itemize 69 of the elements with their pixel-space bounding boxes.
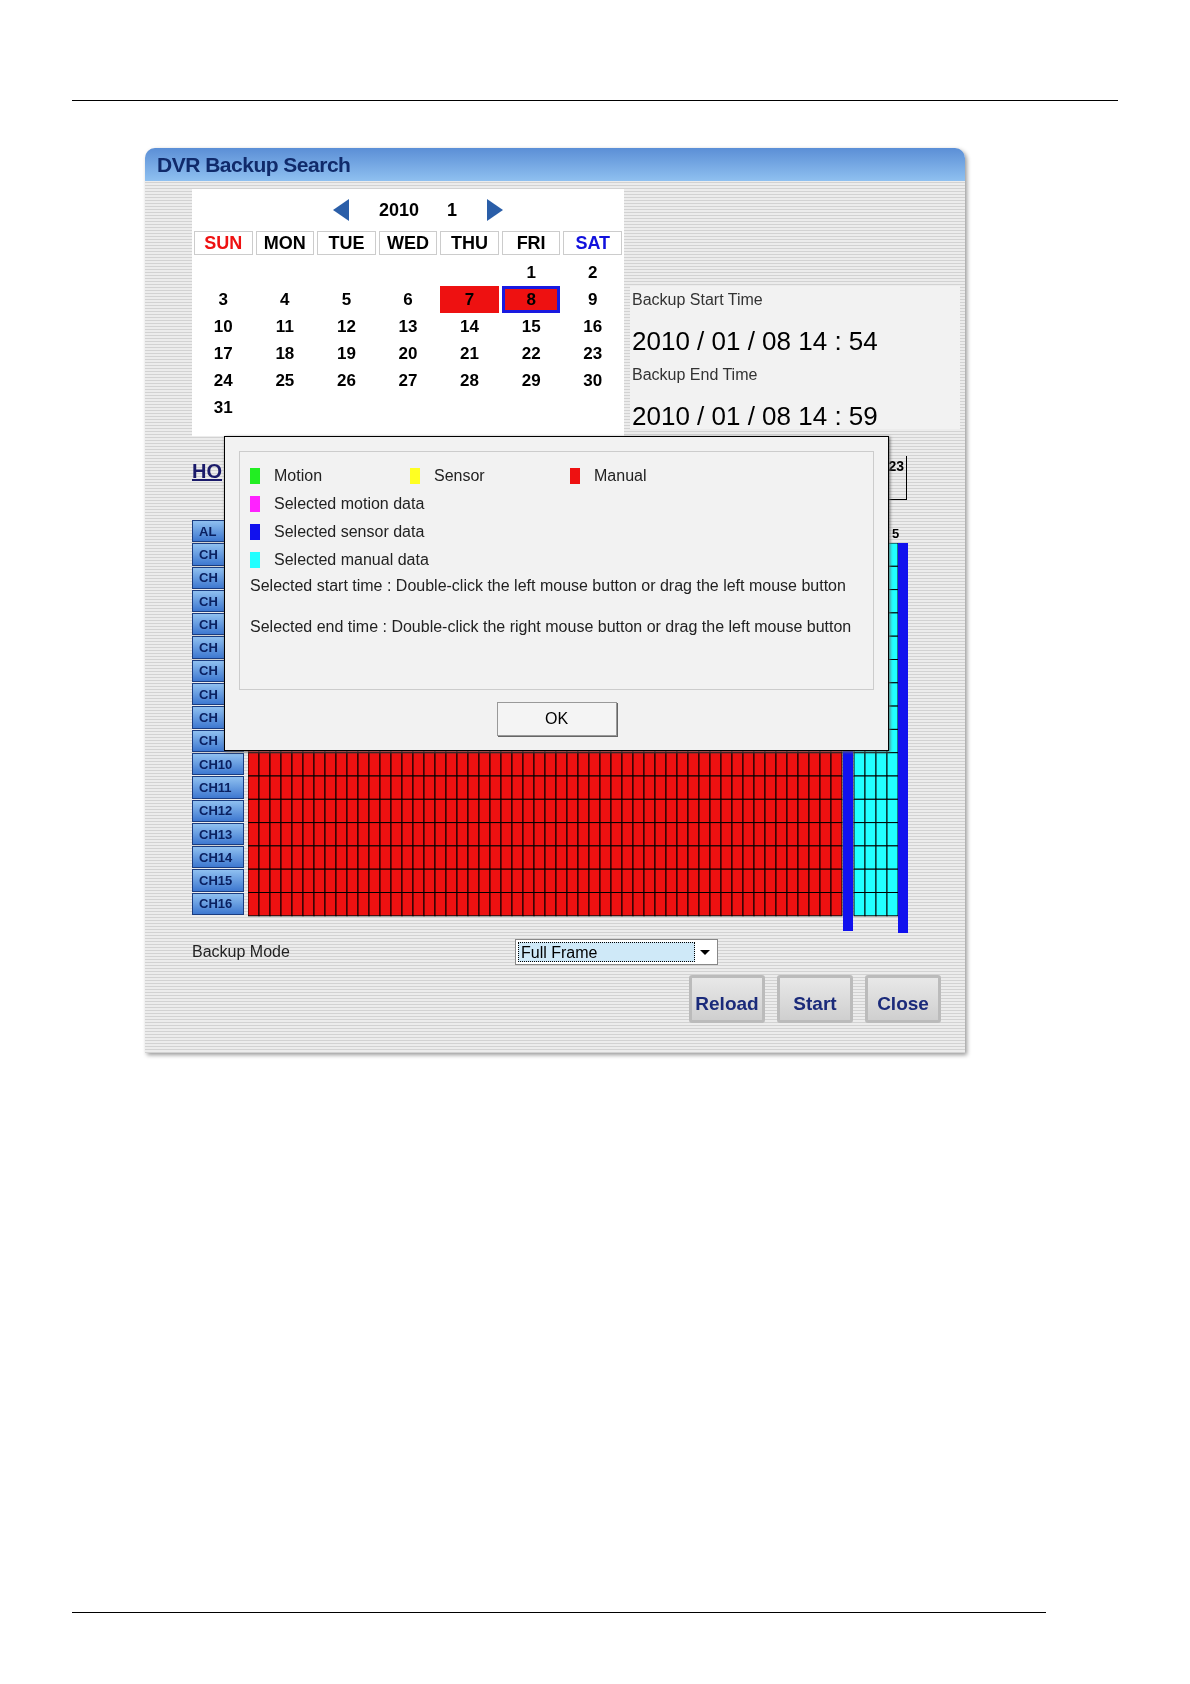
channel-button[interactable]: CH10 bbox=[192, 752, 244, 776]
calendar-day[interactable]: 16 bbox=[563, 313, 622, 340]
legend-label: Manual bbox=[594, 466, 647, 486]
calendar-day[interactable]: 12 bbox=[317, 313, 376, 340]
channel-button[interactable]: CH15 bbox=[192, 869, 244, 892]
calendar-day[interactable]: 23 bbox=[563, 340, 622, 367]
hour-label: 5 bbox=[892, 525, 900, 543]
legend-label: Selected sensor data bbox=[274, 522, 425, 542]
weekday-header: FRI bbox=[501, 231, 561, 255]
channel-button[interactable]: CH14 bbox=[192, 846, 244, 869]
hours-label: HO bbox=[192, 459, 222, 484]
weekday-header: THU bbox=[440, 231, 499, 255]
channel-button[interactable]: CH16 bbox=[192, 892, 244, 916]
dropdown-value: Full Frame bbox=[518, 942, 695, 962]
instruction-text: Selected start time : Double-click the left mouse button or drag the left mouse button bbox=[250, 576, 847, 595]
calendar-day[interactable]: 14 bbox=[440, 313, 499, 340]
legend-label: Selected manual data bbox=[274, 550, 429, 570]
calendar-day[interactable]: 19 bbox=[317, 340, 376, 367]
backup-mode-dropdown[interactable]: Full Frame bbox=[515, 939, 718, 965]
channel-button[interactable]: CH13 bbox=[192, 822, 244, 846]
calendar-day[interactable]: 26 bbox=[317, 367, 376, 394]
weekday-header: SUN bbox=[194, 231, 253, 255]
ok-button[interactable]: OK bbox=[496, 702, 617, 736]
end-time-label: Backup End Time bbox=[632, 365, 759, 385]
action-button[interactable]: Close bbox=[865, 975, 941, 1023]
calendar-day[interactable]: 15 bbox=[501, 313, 561, 340]
calendar-day[interactable]: 11 bbox=[255, 313, 315, 340]
calendar-day[interactable]: 2 bbox=[563, 259, 622, 286]
legend-label: Selected motion data bbox=[274, 494, 425, 514]
calendar-day[interactable]: 3 bbox=[194, 286, 253, 313]
calendar-day[interactable]: 7 bbox=[440, 286, 499, 313]
calendar-day[interactable]: 22 bbox=[501, 340, 561, 367]
weekday-header: TUE bbox=[317, 231, 376, 255]
calendar-day[interactable]: 1 bbox=[501, 259, 561, 286]
weekday-header: SAT bbox=[563, 231, 622, 255]
calendar-day[interactable]: 20 bbox=[378, 340, 438, 367]
weekday-header: WED bbox=[378, 231, 438, 255]
calendar-day[interactable]: 28 bbox=[440, 367, 499, 394]
weekday-header: MON bbox=[255, 231, 315, 255]
action-button[interactable]: Reload bbox=[689, 975, 765, 1023]
window-title: DVR Backup Search bbox=[157, 151, 351, 178]
channel-button[interactable]: CH12 bbox=[192, 799, 244, 822]
instruction-text: Selected end time : Double-click the right mouse button or drag the left mouse button bbox=[250, 617, 853, 636]
calendar-day[interactable]: 29 bbox=[501, 367, 561, 394]
calendar-day[interactable]: 27 bbox=[378, 367, 438, 394]
calendar-day[interactable]: 4 bbox=[255, 286, 315, 313]
calendar-day[interactable]: 5 bbox=[317, 286, 376, 313]
action-button[interactable]: Start bbox=[777, 975, 853, 1023]
calendar-day[interactable]: 21 bbox=[440, 340, 499, 367]
channel-button[interactable]: CH11 bbox=[192, 776, 244, 799]
calendar-day[interactable]: 6 bbox=[378, 286, 438, 313]
start-time-label: Backup Start Time bbox=[632, 290, 764, 310]
calendar-day[interactable]: 24 bbox=[194, 367, 253, 394]
calendar-day[interactable]: 18 bbox=[255, 340, 315, 367]
calendar-day[interactable]: 8 bbox=[501, 286, 561, 313]
calendar-day[interactable]: 31 bbox=[194, 394, 253, 421]
end-time-value: 2010 / 01 / 08 14 : 59 bbox=[632, 400, 879, 433]
start-time-value: 2010 / 01 / 08 14 : 54 bbox=[632, 325, 879, 358]
year-text: 2010 bbox=[378, 198, 419, 222]
legend-label: Motion bbox=[274, 466, 323, 486]
backup-mode-label: Backup Mode bbox=[192, 942, 291, 962]
calendar-day[interactable]: 13 bbox=[378, 313, 438, 340]
month-text: 1 bbox=[447, 198, 458, 222]
calendar-day[interactable]: 30 bbox=[563, 367, 622, 394]
calendar-day[interactable]: 9 bbox=[563, 286, 622, 313]
legend-label: Sensor bbox=[434, 466, 485, 486]
calendar-day[interactable]: 17 bbox=[194, 340, 253, 367]
calendar-day[interactable]: 10 bbox=[194, 313, 253, 340]
calendar-day[interactable]: 25 bbox=[255, 367, 315, 394]
